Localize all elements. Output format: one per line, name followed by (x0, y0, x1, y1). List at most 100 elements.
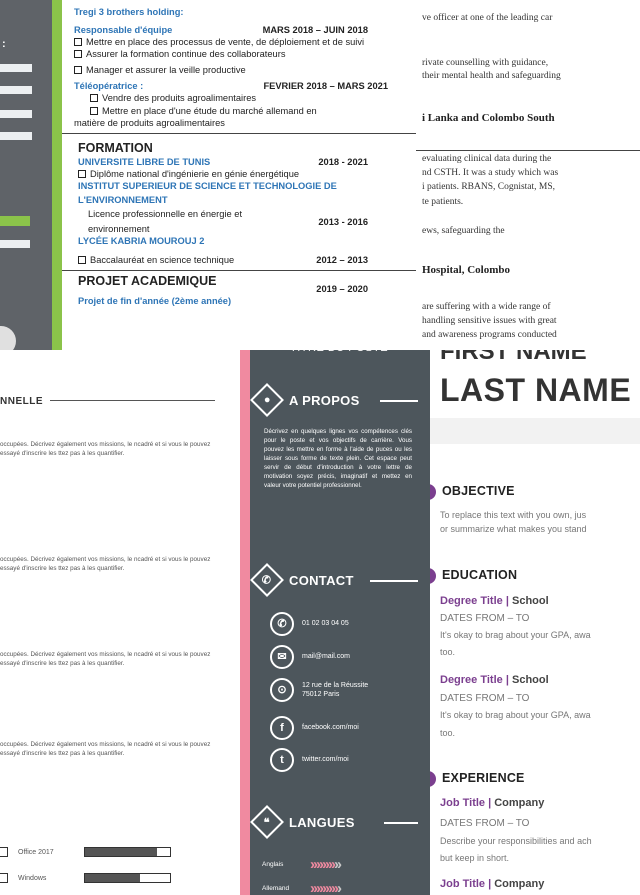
job-row: Responsable d'équipe MARS 2018 – JUIN 20… (74, 24, 408, 36)
text-line: nd CSTH. It was a study which was (422, 168, 559, 178)
colon-mark: : (2, 38, 6, 50)
list-item: Mettre en place des processus de vente, … (74, 36, 408, 48)
skill-bar-fill (85, 848, 158, 856)
project-heading: PROJET ACADEMIQUE (78, 273, 217, 288)
project-dates: 2019 – 2020 (316, 283, 368, 294)
project-row: PROJET ACADEMIQUE 2019 – 2020 (78, 271, 408, 295)
text-line: It's okay to brag about your GPA, awa (440, 630, 591, 640)
strip-line (0, 86, 32, 94)
school-name: L'ENVIRONNEMENT (78, 195, 168, 206)
skill-bar-fill (85, 874, 141, 882)
text-line: Describe your responsibilities and ach (440, 836, 592, 846)
text-line: It's okay to brag about your GPA, awa (440, 710, 591, 720)
text-line: i patients. RBANS, Cognistat, MS, (422, 182, 556, 192)
school-name: UNIVERSITE LIBRE DE TUNIS (78, 156, 211, 167)
circle-badge (0, 326, 16, 350)
edu-dates: 2012 – 2013 (316, 254, 368, 265)
text-line: too. (440, 728, 456, 738)
language-level-chevrons: ›››››››››› (310, 856, 342, 873)
project-subtitle: Projet de fin d'année (2ème année) (78, 295, 232, 306)
job-description: occupées. Décrivez également vos mission… (0, 441, 211, 458)
job-line: Job Title | Company (440, 797, 545, 809)
section-rule (370, 580, 418, 582)
text-line: or summarize what makes you stand (440, 524, 587, 534)
edu-row: Baccalauréat en science technique 2012 –… (78, 254, 408, 266)
section-dot (430, 568, 436, 584)
dates: DATES FROM – TO (440, 693, 530, 704)
skill-bar (84, 873, 171, 883)
french-cv-left-page: NNELLE occupées. Décrivez également vos … (0, 350, 240, 895)
section-title: LANGUES (289, 814, 355, 830)
name-band (430, 418, 640, 444)
phone-icon: ✆ (270, 612, 294, 636)
job-row: Téléopératrice : FEVRIER 2018 – MARS 202… (74, 80, 408, 92)
degree-line: Degree Title | School (440, 674, 549, 686)
text-line: and awareness programs conducted (422, 330, 557, 340)
skill-box (0, 873, 8, 883)
langues-heading: ❝ LANGUES (250, 805, 355, 839)
text-line: To replace this text with you own, jus (440, 510, 587, 520)
job-dates: MARS 2018 – JUIN 2018 (262, 25, 368, 36)
text-line: ve officer at one of the leading car (422, 13, 553, 23)
section-title: CONTACT (289, 572, 354, 588)
divider (416, 150, 640, 151)
strip-accent (0, 216, 30, 226)
edu-row: Licence professionnelle en énergie et en… (78, 208, 408, 235)
edu-item: environnement (88, 224, 150, 235)
contact-phone: ✆ 01 02 03 04 05 (270, 612, 349, 636)
job-dates: FEVRIER 2018 – MARS 2021 (263, 81, 388, 92)
list-item: Diplôme national d'ingénierie en génie é… (78, 168, 408, 180)
skill-box (0, 847, 8, 857)
contact-icon: ✆ (250, 563, 284, 597)
apropos-heading: ● A PROPOS (250, 383, 360, 417)
contact-address: ⊙ 12 rue de la Réussite 75012 Paris (270, 678, 368, 702)
school-name: LYCÉE KABRIA MOUROUJ 2 (78, 236, 205, 247)
text-line: evaluating clinical data during the (422, 154, 552, 164)
strip-line (0, 240, 30, 248)
heading-rule (50, 400, 215, 401)
twitter-icon: t (270, 748, 294, 772)
list-item-cont: matière de produits agroalimentaires (74, 117, 225, 128)
contact-facebook: f facebook.com/moi (270, 716, 359, 740)
strip-line (0, 64, 32, 72)
language-row: Allemand ›››››››››› (262, 880, 342, 895)
location-icon: ⊙ (270, 678, 294, 702)
contact-email: ✉ mail@mail.com (270, 645, 350, 669)
job-title: Téléopératrice : (74, 81, 144, 92)
job-description: occupées. Décrivez également vos mission… (0, 651, 211, 668)
degree-line: Degree Title | School (440, 595, 549, 607)
school-name: INSTITUT SUPERIEUR DE SCIENCE ET TECHNOL… (78, 181, 337, 192)
edu-dates: 2013 - 2016 (318, 216, 368, 227)
section-rule (380, 400, 418, 402)
job-description: occupées. Décrivez également vos mission… (0, 556, 211, 573)
text-line: te patients. (422, 197, 464, 207)
section-dot (430, 484, 436, 500)
job-title: TITRE DU POSTE (290, 342, 389, 354)
dates: DATES FROM – TO (440, 613, 530, 624)
contact-heading: ✆ CONTACT (250, 563, 354, 597)
skill-label: Windows (18, 875, 47, 882)
about-text: Décrivez en quelques lignes vos compéten… (264, 428, 412, 489)
left-resume-strip: : (0, 0, 52, 350)
text-line: handling sensitive issues with great (422, 316, 557, 326)
skill-bar (84, 847, 171, 857)
list-item: Manager et assurer la veille productive (74, 64, 408, 76)
checkbox-icon (74, 50, 82, 59)
section-heading: Hospital, Colombo (422, 264, 511, 276)
person-icon: ● (250, 383, 284, 417)
edu-row: UNIVERSITE LIBRE DE TUNIS 2018 - 2021 (78, 156, 408, 168)
last-name: LAST NAME (440, 372, 632, 408)
skill-label: Office 2017 (18, 849, 54, 856)
checkbox-icon (74, 66, 82, 75)
chat-icon: ❝ (250, 805, 284, 839)
mail-icon: ✉ (270, 645, 294, 669)
checkbox-icon (78, 255, 86, 264)
text-line: their mental health and safeguarding (422, 71, 561, 81)
edu-dates: 2018 - 2021 (318, 156, 368, 167)
text-line: but keep in short. (440, 853, 510, 863)
section-heading: i Lanka and Colombo South (422, 112, 555, 124)
strip-line (0, 110, 32, 118)
language-row: Anglais ›››››››››› (262, 856, 342, 873)
english-resume-template: FIRST NAME LAST NAME OBJECTIVE To replac… (430, 350, 640, 895)
text-line: are suffering with a wide range of (422, 302, 551, 312)
